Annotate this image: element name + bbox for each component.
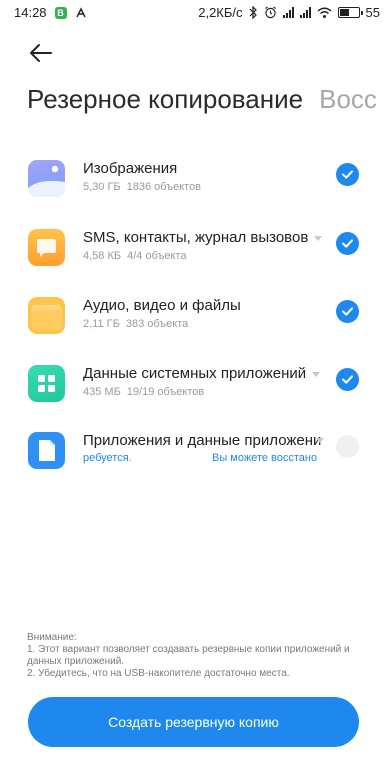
alarm-icon bbox=[264, 6, 276, 19]
expand-caret-icon[interactable] bbox=[314, 235, 323, 241]
expand-caret-icon[interactable] bbox=[312, 371, 321, 377]
checkmark-icon bbox=[342, 307, 353, 316]
backup-item-sms-contacts[interactable]: SMS, контакты, журнал вызовов 4,58 КБ 4/4… bbox=[0, 225, 388, 285]
bluetooth-icon bbox=[249, 6, 257, 19]
item-name: Изображения bbox=[83, 160, 178, 177]
status-time: 14:28 bbox=[14, 5, 47, 20]
expand-caret-icon[interactable] bbox=[316, 438, 324, 443]
backup-item-audio-video[interactable]: Аудио, видео и файлы 2,11 ГБ 383 объекта bbox=[0, 293, 388, 353]
create-backup-button[interactable]: Создать резервную копию bbox=[28, 697, 359, 747]
item-status: ребуется. bbox=[83, 452, 132, 464]
item-checkbox[interactable] bbox=[336, 300, 359, 323]
signal-2-icon bbox=[299, 7, 311, 18]
tabs: Резерное копирование Восс bbox=[27, 84, 388, 120]
back-button[interactable] bbox=[28, 40, 54, 66]
item-name: Приложения и данные приложени bbox=[83, 432, 322, 449]
restore-link[interactable]: Вы можете восстано bbox=[212, 452, 326, 464]
battery-icon bbox=[337, 7, 363, 18]
battery-percent: 55 bbox=[365, 5, 380, 20]
item-checkbox[interactable] bbox=[336, 368, 359, 391]
item-meta: 435 МБ 19/19 объектов bbox=[83, 386, 205, 398]
item-meta: 4,58 КБ 4/4 объекта bbox=[83, 250, 187, 262]
folder-icon bbox=[28, 297, 65, 334]
item-meta: 5,30 ГБ 1836 объектов bbox=[83, 181, 202, 193]
image-icon bbox=[28, 160, 65, 197]
arrow-left-icon bbox=[30, 44, 52, 62]
item-name: Аудио, видео и файлы bbox=[83, 297, 241, 314]
note-line-1: 1. Этот вариант позволяет создавать резе… bbox=[27, 644, 350, 667]
item-checkbox[interactable] bbox=[336, 163, 359, 186]
note-line-2: 2. Убедитесь, что на USB-накопителе дост… bbox=[27, 668, 290, 679]
apps-icon bbox=[28, 365, 65, 402]
checkmark-icon bbox=[342, 375, 353, 384]
tab-backup[interactable]: Резерное копирование bbox=[27, 84, 303, 114]
item-checkbox[interactable] bbox=[336, 232, 359, 255]
notification-arrow-icon bbox=[75, 6, 86, 17]
backup-item-images[interactable]: Изображения 5,30 ГБ 1836 объектов bbox=[0, 156, 388, 216]
item-name: SMS, контакты, журнал вызовов bbox=[83, 229, 323, 246]
status-bar: 14:28 B 2,2КБ/с 55 bbox=[0, 0, 388, 26]
item-checkbox[interactable] bbox=[336, 435, 359, 458]
item-meta: 2,11 ГБ 383 объекта bbox=[83, 318, 189, 330]
network-speed: 2,2КБ/с bbox=[198, 5, 243, 20]
backup-item-apps-data[interactable]: Приложения и данные приложени ребуется. … bbox=[0, 428, 388, 488]
warning-note: Внимание: 1. Этот вариант позволяет созд… bbox=[27, 632, 367, 680]
note-title: Внимание: bbox=[27, 632, 77, 643]
notification-app-icon: B bbox=[54, 6, 67, 19]
checkmark-icon bbox=[342, 170, 353, 179]
item-name: Данные системных приложений bbox=[83, 365, 321, 382]
file-icon bbox=[28, 432, 65, 469]
wifi-icon bbox=[317, 7, 331, 18]
backup-item-system-apps[interactable]: Данные системных приложений 435 МБ 19/19 … bbox=[0, 361, 388, 421]
signal-icon bbox=[282, 7, 294, 18]
message-icon bbox=[28, 229, 65, 266]
checkmark-icon bbox=[342, 239, 353, 248]
tab-restore[interactable]: Восс bbox=[319, 84, 377, 114]
create-backup-label: Создать резервную копию bbox=[108, 714, 279, 730]
